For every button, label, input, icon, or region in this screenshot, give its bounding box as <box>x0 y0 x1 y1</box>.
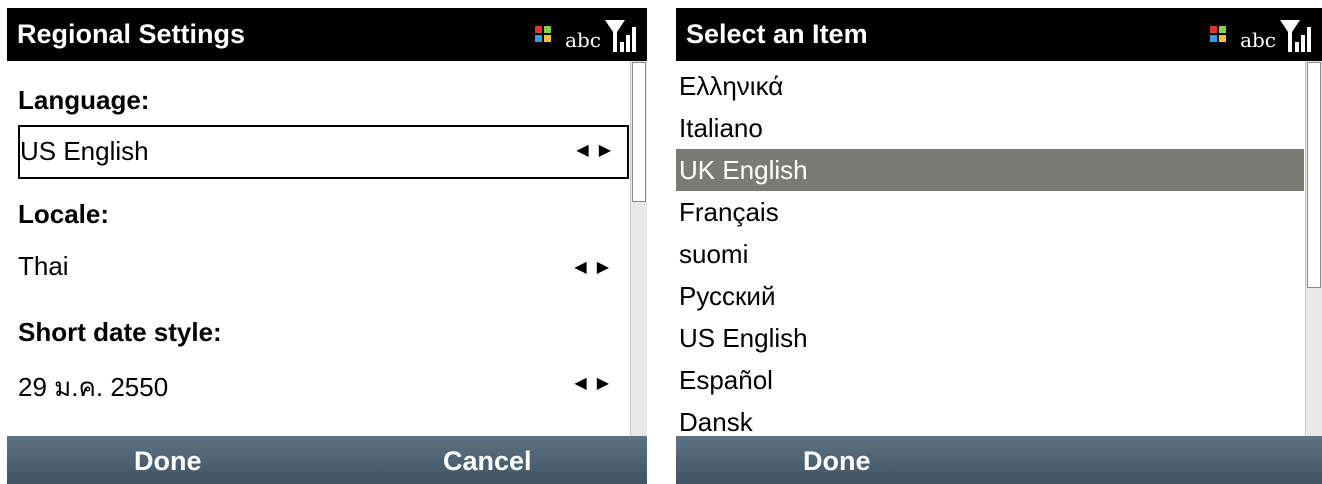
scrollbar-thumb[interactable] <box>1307 62 1321 288</box>
scrollbar[interactable] <box>1305 61 1322 436</box>
signal-strength-icon <box>605 20 636 52</box>
language-select[interactable]: US English ◀▶ <box>18 125 629 179</box>
list-item-selected[interactable]: UK English <box>676 149 1304 191</box>
language-arrows-icon[interactable]: ◀▶ <box>576 140 621 160</box>
locale-label: Locale: <box>18 199 110 229</box>
screen-title: Regional Settings <box>17 19 246 49</box>
select-item-screen: Select an Item abc Ελληνικά Italiano UK … <box>676 8 1322 484</box>
connection-dots-icon <box>1210 26 1228 44</box>
locale-arrows-icon[interactable]: ◀▶ <box>574 257 619 277</box>
screen-title: Select an Item <box>686 19 868 49</box>
item-list: Ελληνικά Italiano UK English Français su… <box>676 61 1322 437</box>
list-item[interactable]: Français <box>676 191 1304 233</box>
short-date-style-label: Short date style: <box>18 317 222 347</box>
settings-content: Language: US English ◀▶ Locale: Thai ◀▶ … <box>7 61 647 436</box>
input-mode-indicator: abc <box>1240 28 1276 52</box>
short-date-style-value[interactable]: 29 ม.ค. 2550 <box>18 367 168 408</box>
list-item[interactable]: Italiano <box>676 107 1304 149</box>
done-softkey[interactable]: Done <box>803 436 871 484</box>
title-bar: Select an Item abc <box>676 8 1322 61</box>
scrollbar[interactable] <box>630 61 647 436</box>
list-item[interactable]: Русский <box>676 275 1304 317</box>
scrollbar-thumb[interactable] <box>632 62 646 202</box>
short-date-arrows-icon[interactable]: ◀▶ <box>574 373 619 393</box>
cancel-softkey[interactable]: Cancel <box>443 436 532 484</box>
list-item[interactable]: Español <box>676 359 1304 401</box>
language-value: US English <box>20 136 149 166</box>
title-bar: Regional Settings abc <box>7 8 647 61</box>
regional-settings-screen: Regional Settings abc Language: US Engli… <box>7 8 647 484</box>
softkey-bar: Done <box>676 436 1322 484</box>
input-mode-indicator: abc <box>565 28 601 52</box>
list-item[interactable]: US English <box>676 317 1304 359</box>
list-item[interactable]: suomi <box>676 233 1304 275</box>
language-label: Language: <box>18 85 150 115</box>
locale-value[interactable]: Thai <box>18 251 69 282</box>
list-item[interactable]: Ελληνικά <box>676 65 1304 107</box>
connection-dots-icon <box>535 26 553 44</box>
softkey-bar: Done Cancel <box>7 436 647 484</box>
done-softkey[interactable]: Done <box>134 436 202 484</box>
signal-strength-icon <box>1280 20 1311 52</box>
